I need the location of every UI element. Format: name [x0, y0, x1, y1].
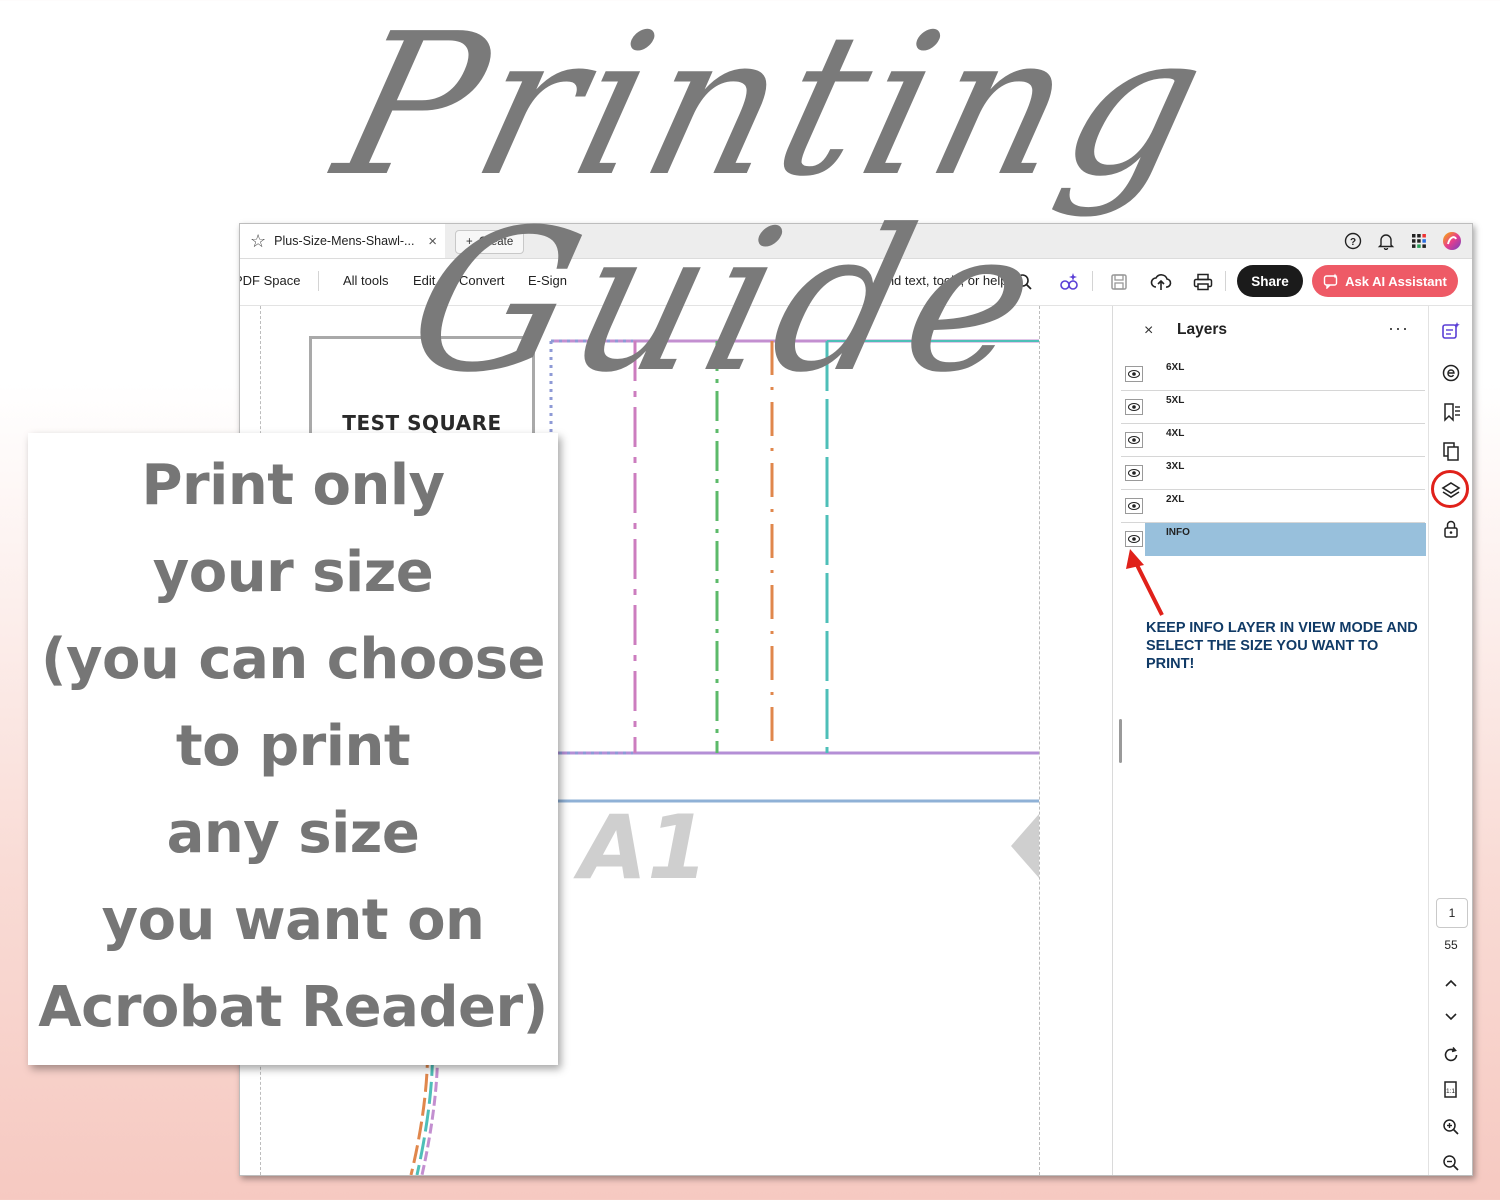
chevron-down-icon[interactable]	[1440, 1006, 1462, 1028]
layers-panel: × Layers ··· 6XL 5XL 4XL 3XL 2XL INFO KE…	[1112, 306, 1429, 1175]
card-line: Print only	[141, 453, 445, 518]
instruction-card: Print only your size (you can choose to …	[28, 433, 558, 1065]
bookmark-icon[interactable]	[1440, 401, 1462, 423]
eye-icon[interactable]	[1125, 498, 1143, 514]
layer-row-3xl[interactable]: 3XL	[1121, 457, 1425, 490]
page-number-input[interactable]: 1	[1436, 898, 1468, 928]
layer-name: 2XL	[1166, 494, 1185, 505]
layers-highlight-circle	[1431, 470, 1469, 508]
card-line: (you can choose	[40, 627, 546, 692]
svg-text:1:1: 1:1	[1446, 1088, 1455, 1095]
lock-icon[interactable]	[1440, 518, 1462, 540]
layer-name: 3XL	[1166, 461, 1185, 472]
layer-row-2xl[interactable]: 2XL	[1121, 490, 1425, 523]
eye-icon[interactable]	[1125, 399, 1143, 415]
eye-icon[interactable]	[1125, 465, 1143, 481]
rotate-icon[interactable]	[1440, 1044, 1462, 1066]
eye-icon[interactable]	[1125, 432, 1143, 448]
zoom-out-icon[interactable]	[1440, 1152, 1462, 1174]
card-line: you want on	[101, 888, 485, 953]
layer-row-4xl[interactable]: 4XL	[1121, 424, 1425, 457]
card-line: any size	[166, 801, 420, 866]
layer-name: INFO	[1166, 527, 1190, 538]
fit-page-icon[interactable]: 1:1	[1440, 1079, 1462, 1101]
card-line: Acrobat Reader)	[38, 975, 548, 1040]
page-title: Printing Guide	[318, 0, 1231, 416]
zoom-in-icon[interactable]	[1440, 1116, 1462, 1138]
page-label: A1	[579, 796, 709, 899]
pages-icon[interactable]	[1440, 440, 1462, 462]
chevron-up-icon[interactable]	[1440, 972, 1462, 994]
instruction-note: KEEP INFO LAYER IN VIEW MODE AND SELECT …	[1146, 620, 1418, 672]
panel-resize-handle[interactable]	[1119, 719, 1122, 763]
total-pages: 55	[1444, 938, 1458, 952]
right-tool-rail: 1 55 1:1	[1428, 306, 1472, 1175]
red-arrow-icon	[1126, 549, 1164, 616]
card-line: your size	[152, 540, 434, 605]
layer-name: 4XL	[1166, 428, 1185, 439]
card-line: to print	[175, 714, 411, 779]
